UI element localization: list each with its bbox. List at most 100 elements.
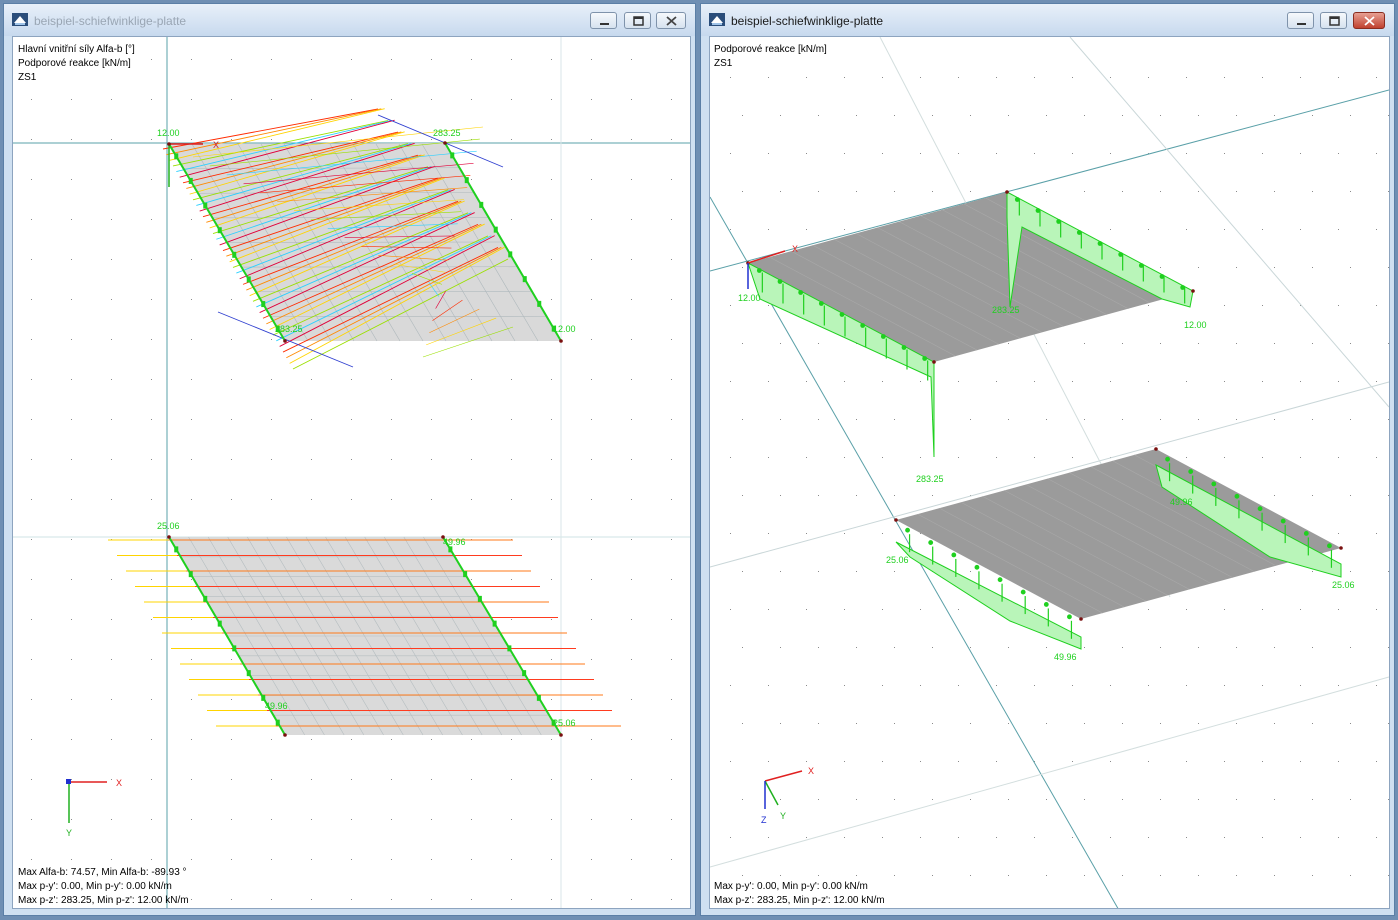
grid-dot (671, 339, 672, 340)
restore-button[interactable] (1320, 12, 1347, 29)
grid-dot (856, 495, 857, 496)
grid-dot (932, 799, 933, 800)
grid-dot (191, 219, 192, 220)
grid-dot (671, 819, 672, 820)
grid-dot (818, 875, 819, 876)
model-canvas[interactable]: X 12.00 283.25 283.25 12.00 25.06 49.96 49.96 25… (13, 37, 690, 909)
summary-line: Max p-y': 0.00, Min p-y': 0.00 kN/m (714, 881, 868, 892)
grid-dot (431, 859, 432, 860)
grid-dot (1110, 685, 1111, 686)
grid-dot (1274, 723, 1275, 724)
grid-dot (1008, 343, 1009, 344)
grid-dot (1338, 153, 1339, 154)
grid-dot (431, 99, 432, 100)
grid-dot (191, 339, 192, 340)
grid-dot (551, 819, 552, 820)
grid-dot (1224, 837, 1225, 838)
grid-dot (1198, 267, 1199, 268)
grid-dot (1350, 191, 1351, 192)
grid-dot (742, 115, 743, 116)
grid-dot (1388, 267, 1389, 268)
grid-dot (191, 779, 192, 780)
grid-dot (958, 761, 959, 762)
grid-dot (1008, 419, 1009, 420)
close-button[interactable] (1353, 12, 1385, 29)
grid-dot (1148, 837, 1149, 838)
restore-button[interactable] (624, 12, 651, 29)
grid-dot (671, 139, 672, 140)
grid-dot (894, 723, 895, 724)
grid-dot (351, 819, 352, 820)
grid-dot (671, 99, 672, 100)
grid-dot (1376, 837, 1377, 838)
support-marker (1327, 543, 1332, 549)
grid-dot (311, 99, 312, 100)
result-window-left[interactable]: beispiel-schiefwinklige-platte X 12.00 283… (3, 3, 696, 916)
value-label: 12.00 (1184, 320, 1207, 330)
node-point (443, 141, 447, 145)
grid-dot (1300, 77, 1301, 78)
grid-dot (591, 659, 592, 660)
grid-dot (1224, 229, 1225, 230)
grid-dot (671, 179, 672, 180)
grid-dot (806, 457, 807, 458)
grid-dot (511, 459, 512, 460)
grid-dot (1236, 647, 1237, 648)
grid-dot (111, 859, 112, 860)
grid-dot (311, 739, 312, 740)
grid-dot (1034, 381, 1035, 382)
grid-dot (894, 419, 895, 420)
minimize-button[interactable] (1287, 12, 1314, 29)
grid-dot (111, 219, 112, 220)
grid-dot (970, 647, 971, 648)
grid-dot (391, 819, 392, 820)
grid-dot (391, 899, 392, 900)
minimize-button[interactable] (590, 12, 617, 29)
graphics-viewport[interactable]: X 12.00 283.25 12.00 283.25 49.96 25.06 25.06 49… (709, 36, 1390, 909)
node-point (1339, 546, 1343, 550)
grid-dot (1274, 419, 1275, 420)
support-marker (537, 300, 542, 307)
grid-dot (1350, 799, 1351, 800)
grid-dot (780, 343, 781, 344)
grid-dot (1274, 115, 1275, 116)
grid-dot (351, 59, 352, 60)
close-button[interactable] (656, 12, 686, 29)
support-marker (997, 577, 1003, 583)
title-bar[interactable]: beispiel-schiefwinklige-platte (4, 4, 695, 36)
model-canvas[interactable]: X 12.00 283.25 12.00 283.25 49.96 25.06 25.06 49… (710, 37, 1389, 909)
support-marker (901, 345, 907, 350)
title-bar[interactable]: beispiel-schiefwinklige-platte (701, 4, 1394, 36)
grid-dot (511, 219, 512, 220)
grid-dot (191, 899, 192, 900)
grid-dot (1186, 761, 1187, 762)
grid-dot (311, 499, 312, 500)
grid-dot (1388, 115, 1389, 116)
grid-dot (932, 115, 933, 116)
axis-y-label: Y (780, 811, 786, 821)
grid-dot (631, 899, 632, 900)
support-marker (232, 645, 237, 652)
grid-dot (1148, 381, 1149, 382)
grid-dot (111, 499, 112, 500)
grid-dot (111, 259, 112, 260)
grid-dot (1072, 153, 1073, 154)
grid-dot (111, 339, 112, 340)
grid-dot (970, 799, 971, 800)
result-window-right[interactable]: beispiel-schiefwinklige-platte X 12.00 283… (700, 3, 1395, 916)
support-marker (1211, 481, 1217, 487)
grid-dot (1084, 647, 1085, 648)
grid-dot (631, 99, 632, 100)
grid-dot (31, 219, 32, 220)
grid-dot (1376, 609, 1377, 610)
grid-dot (806, 609, 807, 610)
grid-dot (882, 609, 883, 610)
grid-dot (1350, 495, 1351, 496)
grid-dot (71, 99, 72, 100)
grid-dot (844, 229, 845, 230)
graphics-viewport[interactable]: X 12.00 283.25 283.25 12.00 25.06 49.96 49.96 25… (12, 36, 691, 909)
grid-dot (1084, 115, 1085, 116)
grid-dot (271, 139, 272, 140)
grid-dot (71, 819, 72, 820)
grid-dot (1122, 191, 1123, 192)
